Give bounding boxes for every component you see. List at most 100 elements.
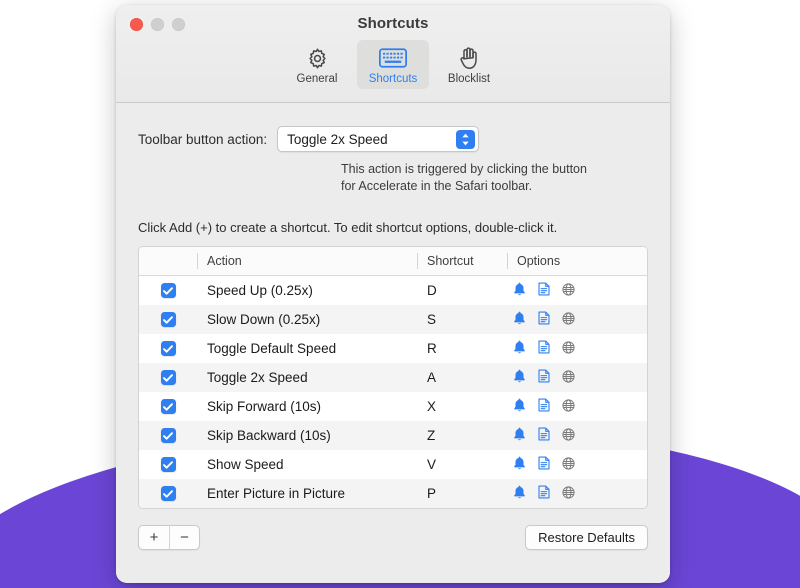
tab-blocklist[interactable]: Blocklist (433, 40, 505, 89)
preferences-window: Shortcuts General Shortcuts Blocklist To… (116, 5, 670, 583)
table-body: Speed Up (0.25x) D Slow Down (0.25x) S Toggl… (139, 276, 647, 508)
tab-bar: General Shortcuts Blocklist (116, 40, 670, 89)
row-action-label: Toggle Default Speed (207, 341, 337, 356)
tab-general-label: General (296, 73, 338, 85)
table-row[interactable]: Skip Forward (10s) X (139, 392, 647, 421)
toolbar-action-select[interactable]: Toggle 2x Speed (277, 126, 480, 152)
chevron-up-down-icon (456, 130, 476, 149)
row-options-icons (507, 456, 647, 473)
hand-icon (435, 45, 503, 71)
row-options-icons (507, 398, 647, 415)
window-titlebar: Shortcuts General Shortcuts Blocklist (116, 5, 670, 103)
row-enabled-checkbox[interactable] (139, 399, 197, 414)
column-header-options[interactable]: Options (507, 247, 647, 275)
row-shortcut-key: Z (427, 428, 436, 443)
row-enabled-checkbox[interactable] (139, 428, 197, 443)
toolbar-action-value: Toggle 2x Speed (287, 131, 388, 147)
restore-defaults-button[interactable]: Restore Defaults (525, 525, 648, 550)
toolbar-action-hint-line-1: This action is triggered by clicking the… (341, 162, 587, 176)
row-action-label: Skip Backward (10s) (207, 428, 331, 443)
bell-icon[interactable] (513, 282, 526, 299)
document-icon[interactable] (538, 427, 550, 444)
row-enabled-checkbox[interactable] (139, 341, 197, 356)
row-enabled-checkbox[interactable] (139, 312, 197, 327)
row-options-icons (507, 369, 647, 386)
globe-icon[interactable] (562, 485, 575, 502)
globe-icon[interactable] (562, 311, 575, 328)
globe-icon[interactable] (562, 398, 575, 415)
table-row[interactable]: Skip Backward (10s) Z (139, 421, 647, 450)
row-shortcut-key: X (427, 399, 437, 414)
column-header-action[interactable]: Action (197, 247, 417, 275)
row-action-label: Enter Picture in Picture (207, 486, 346, 501)
document-icon[interactable] (538, 456, 550, 473)
row-shortcut-key: R (427, 341, 437, 356)
shortcuts-table: Action Shortcut Options Speed Up (0.25x)… (138, 246, 648, 509)
row-options-icons (507, 485, 647, 502)
page-root: Shortcuts General Shortcuts Blocklist To… (0, 0, 800, 588)
bell-icon[interactable] (513, 398, 526, 415)
bell-icon[interactable] (513, 456, 526, 473)
document-icon[interactable] (538, 340, 550, 357)
keyboard-icon (359, 45, 427, 71)
tab-general[interactable]: General (281, 40, 353, 89)
globe-icon[interactable] (562, 340, 575, 357)
tab-shortcuts[interactable]: Shortcuts (357, 40, 429, 89)
column-header-checkbox (139, 247, 197, 275)
document-icon[interactable] (538, 311, 550, 328)
row-shortcut-key: S (427, 312, 437, 327)
tab-shortcuts-label: Shortcuts (368, 73, 418, 85)
table-row[interactable]: Slow Down (0.25x) S (139, 305, 647, 334)
table-row[interactable]: Toggle 2x Speed A (139, 363, 647, 392)
toolbar-action-hint-line-2: for Accelerate in the Safari toolbar. (341, 179, 533, 193)
row-shortcut-key: D (427, 283, 437, 298)
bell-icon[interactable] (513, 369, 526, 386)
document-icon[interactable] (538, 282, 550, 299)
globe-icon[interactable] (562, 369, 575, 386)
row-enabled-checkbox[interactable] (139, 486, 197, 501)
minimize-button[interactable] (151, 18, 164, 31)
row-shortcut-key: A (427, 370, 437, 385)
row-enabled-checkbox[interactable] (139, 457, 197, 472)
row-options-icons (507, 427, 647, 444)
globe-icon[interactable] (562, 427, 575, 444)
toolbar-action-label: Toolbar button action: (138, 131, 268, 147)
bell-icon[interactable] (513, 311, 526, 328)
row-enabled-checkbox[interactable] (139, 370, 197, 385)
gear-icon (283, 45, 351, 71)
bell-icon[interactable] (513, 485, 526, 502)
document-icon[interactable] (538, 485, 550, 502)
row-options-icons (507, 311, 647, 328)
table-row[interactable]: Show Speed V (139, 450, 647, 479)
document-icon[interactable] (538, 369, 550, 386)
tab-blocklist-label: Blocklist (447, 73, 491, 85)
bell-icon[interactable] (513, 340, 526, 357)
add-remove-segmented-control: + − (138, 525, 200, 550)
remove-shortcut-button[interactable]: − (169, 526, 199, 549)
table-row[interactable]: Speed Up (0.25x) D (139, 276, 647, 305)
row-shortcut-key: P (427, 486, 437, 501)
table-row[interactable]: Toggle Default Speed R (139, 334, 647, 363)
toolbar-action-hint: This action is triggered by clicking the… (341, 161, 648, 195)
bell-icon[interactable] (513, 427, 526, 444)
window-title: Shortcuts (357, 15, 429, 32)
row-options-icons (507, 340, 647, 357)
table-footer: + − Restore Defaults (138, 525, 648, 550)
row-action-label: Toggle 2x Speed (207, 370, 308, 385)
table-header: Action Shortcut Options (139, 247, 647, 276)
close-button[interactable] (130, 18, 143, 31)
maximize-button[interactable] (172, 18, 185, 31)
document-icon[interactable] (538, 398, 550, 415)
row-action-label: Show Speed (207, 457, 284, 472)
row-shortcut-key: V (427, 457, 437, 472)
row-enabled-checkbox[interactable] (139, 283, 197, 298)
table-row[interactable]: Enter Picture in Picture P (139, 479, 647, 508)
globe-icon[interactable] (562, 282, 575, 299)
traffic-light-buttons (130, 18, 185, 31)
row-options-icons (507, 282, 647, 299)
globe-icon[interactable] (562, 456, 575, 473)
column-header-shortcut[interactable]: Shortcut (417, 247, 507, 275)
add-shortcut-button[interactable]: + (139, 526, 169, 549)
window-content: Toolbar button action: Toggle 2x Speed T… (116, 103, 670, 582)
row-action-label: Skip Forward (10s) (207, 399, 322, 414)
